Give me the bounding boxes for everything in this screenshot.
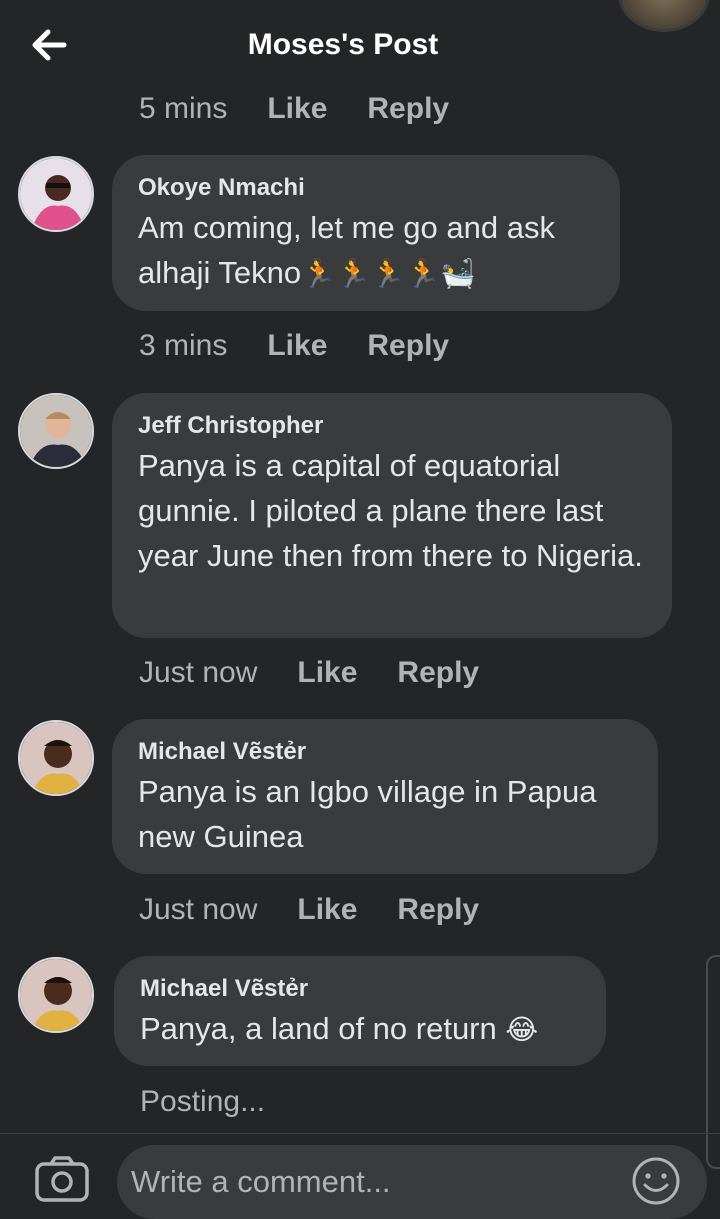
comment-author[interactable]: Jeff Christopher: [138, 411, 646, 441]
comment-meta: Just now Like Reply: [139, 656, 479, 690]
like-button[interactable]: Like: [267, 92, 327, 126]
comment-text: Panya is a capital of equatorial gunnie.…: [138, 448, 643, 573]
avatar[interactable]: [18, 156, 94, 232]
avatar[interactable]: [18, 393, 94, 469]
smiley-icon[interactable]: [630, 1155, 682, 1207]
comment-text: Panya is an Igbo village in Papua new Gu…: [138, 774, 597, 854]
like-button[interactable]: Like: [297, 656, 357, 690]
comment-author[interactable]: Okoye Nmachi: [138, 173, 594, 203]
reply-button[interactable]: Reply: [367, 329, 449, 363]
side-scroll-tab[interactable]: [706, 955, 720, 1169]
status-text: Posting...: [140, 1085, 266, 1118]
comment-bubble: Michael Vẽstẻr Panya, a land of no retur…: [114, 956, 606, 1066]
timestamp: 3 mins: [139, 329, 228, 362]
comment-meta: 3 mins Like Reply: [139, 329, 449, 363]
comment-input[interactable]: Write a comment...: [117, 1145, 707, 1219]
comment-author[interactable]: Michael Vẽstẻr: [140, 974, 580, 1004]
timestamp: Just now: [139, 656, 258, 689]
comment-bubble: Jeff Christopher Panya is a capital of e…: [112, 393, 672, 638]
comment-bubble: Michael Vẽstẻr Panya is an Igbo village …: [112, 719, 658, 874]
divider: [0, 1133, 720, 1134]
avatar[interactable]: [18, 720, 94, 796]
posting-status: Posting...: [140, 1085, 265, 1119]
comment-text: Am coming, let me go and ask alhaji Tekn…: [138, 205, 594, 296]
reply-button[interactable]: Reply: [397, 656, 479, 690]
comment-text: Panya, a land of no return 😂: [140, 1006, 580, 1052]
comment-meta: Just now Like Reply: [139, 893, 479, 927]
page-title: Moses's Post: [247, 28, 439, 61]
camera-icon[interactable]: [34, 1154, 90, 1204]
top-bar: Moses's Post: [0, 0, 720, 90]
like-button[interactable]: Like: [267, 329, 327, 363]
comment-input-placeholder: Write a comment...: [131, 1164, 391, 1199]
reply-button[interactable]: Reply: [397, 893, 479, 927]
reply-button[interactable]: Reply: [367, 92, 449, 126]
comment-emoji: 🏃🏃🏃🏃🛀: [301, 257, 476, 290]
timestamp: Just now: [139, 893, 258, 926]
comment-author[interactable]: Michael Vẽstẻr: [138, 737, 632, 767]
comment-bubble: Okoye Nmachi Am coming, let me go and as…: [112, 155, 620, 311]
like-button[interactable]: Like: [297, 893, 357, 927]
avatar[interactable]: [18, 957, 94, 1033]
comment-emoji: 😂: [505, 1013, 539, 1046]
comment-meta-top: 5 mins Like Reply: [139, 92, 449, 126]
timestamp: 5 mins: [139, 92, 228, 125]
comment-body: Panya, a land of no return: [140, 1011, 497, 1046]
